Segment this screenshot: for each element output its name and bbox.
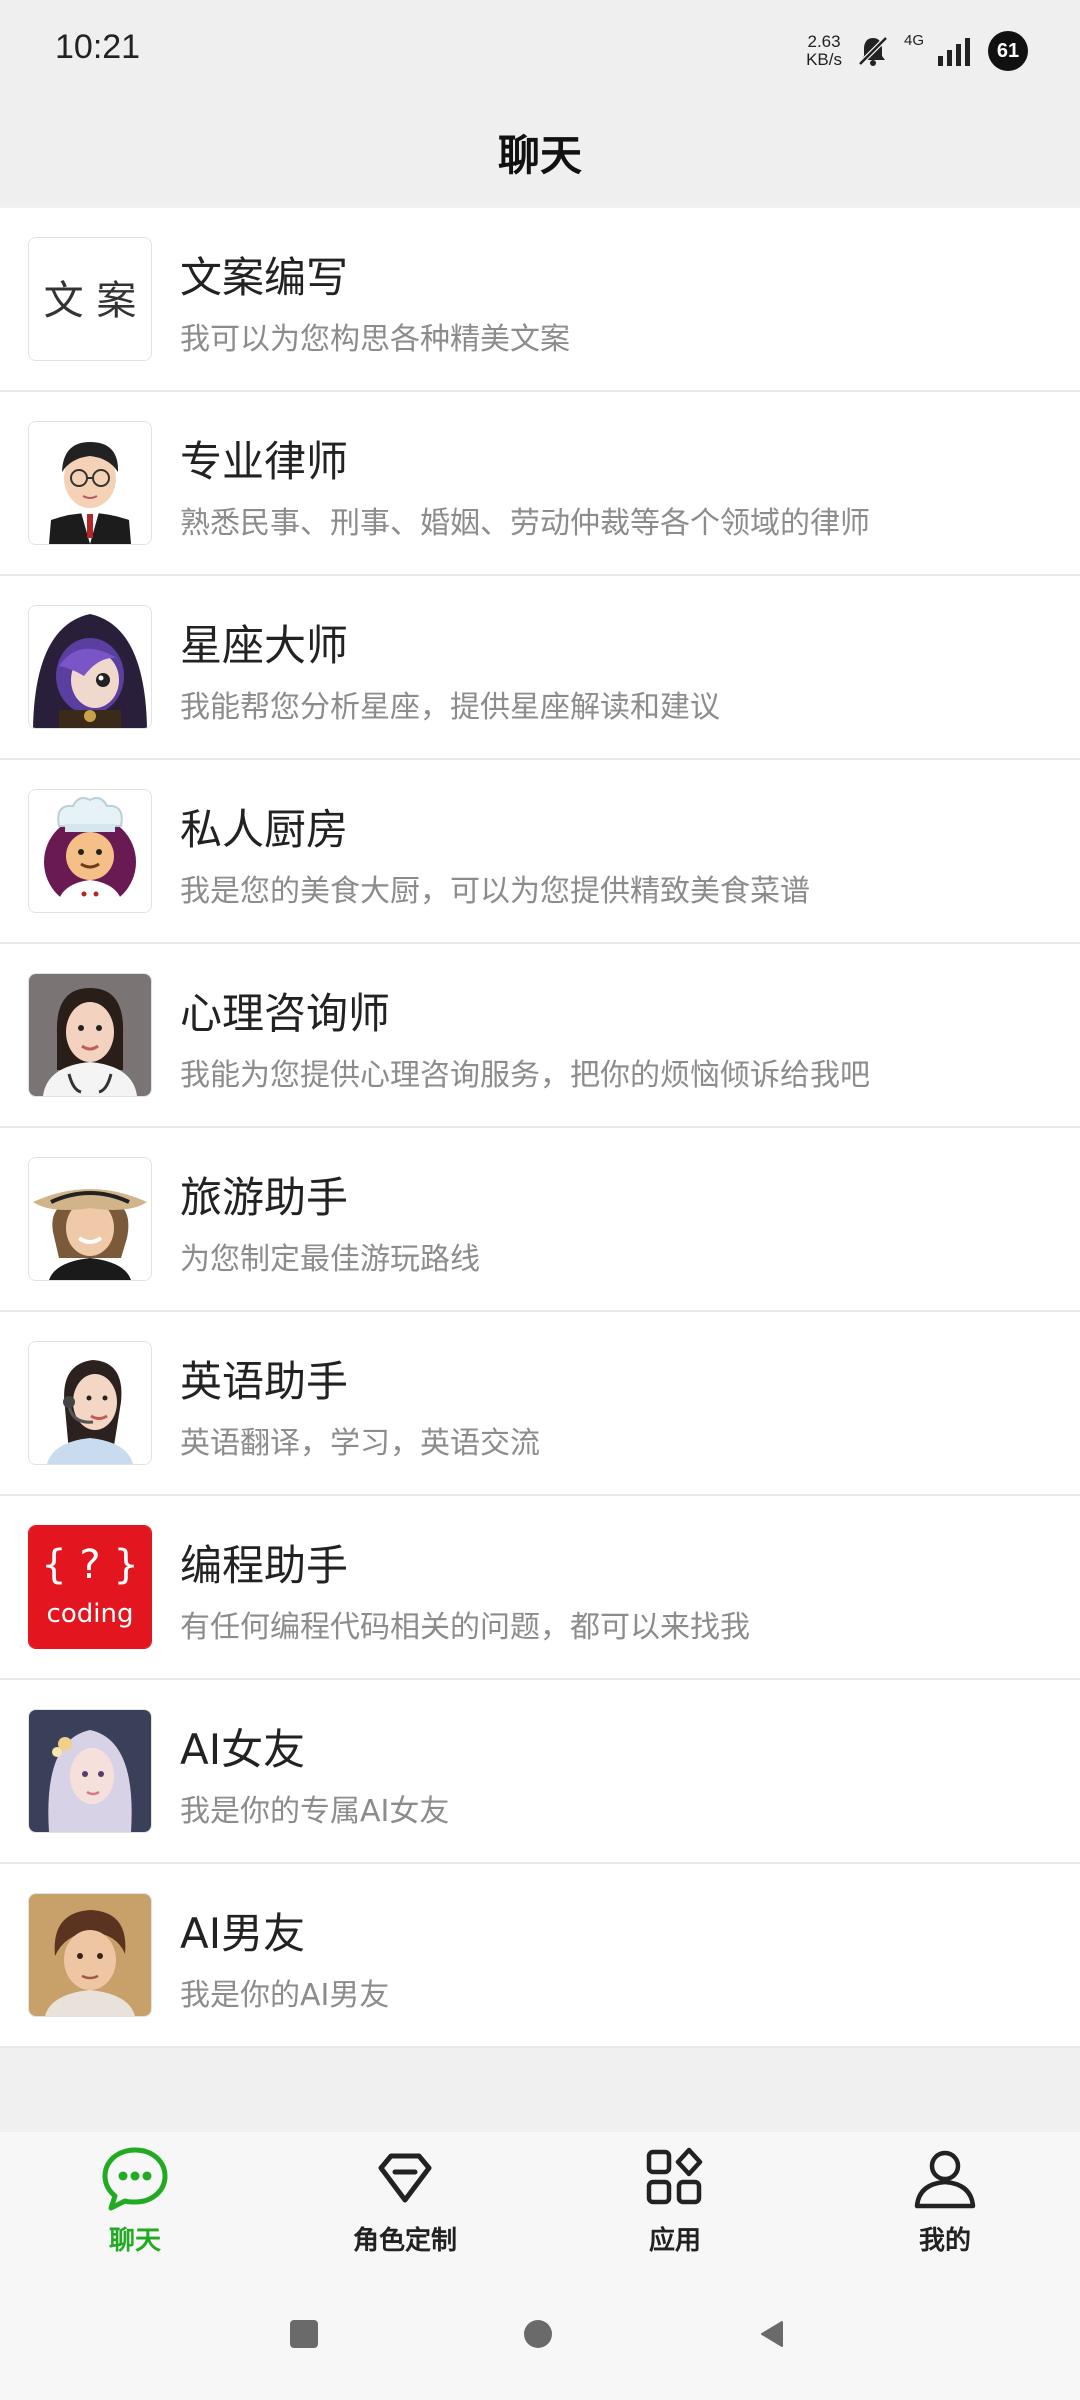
recents-square-icon[interactable] <box>288 2318 320 2350</box>
list-item-ai-boyfriend[interactable]: AI男友 我是你的AI男友 <box>0 1864 1080 2048</box>
svg-text:coding: coding <box>47 1599 134 1629</box>
page-header: 聊天 <box>0 100 1080 204</box>
diamond-icon <box>378 2153 432 2203</box>
tab-label: 我的 <box>918 2226 971 2256</box>
home-circle-icon[interactable] <box>522 2318 554 2350</box>
tab-mine[interactable]: 我的 <box>845 2142 1045 2272</box>
avatar-coding: { ? } coding <box>28 1525 152 1649</box>
avatar-ai-girlfriend <box>28 1709 152 1833</box>
item-desc: 有任何编程代码相关的问题，都可以来找我 <box>180 1610 750 1645</box>
tab-label: 应用 <box>648 2226 701 2256</box>
item-name: 文案编写 <box>180 253 349 302</box>
avatar-astrology <box>28 605 152 729</box>
item-desc: 我是您的美食大厨，可以为您提供精致美食菜谱 <box>180 874 810 909</box>
apps-grid-icon <box>646 2147 703 2205</box>
status-icons: 2.63 KB/s 4G 61 <box>806 26 1028 76</box>
avatar-travel <box>28 1157 152 1281</box>
item-name: AI女友 <box>180 1725 306 1774</box>
item-name: AI男友 <box>180 1909 306 1958</box>
list-item-lawyer[interactable]: 专业律师 熟悉民事、刑事、婚姻、劳动仲裁等各个领域的律师 <box>0 392 1080 576</box>
page-title: 聊天 <box>497 130 582 180</box>
network-type: 4G <box>903 32 924 49</box>
chat-bubble-icon <box>102 2147 168 2211</box>
item-desc: 熟悉民事、刑事、婚姻、劳动仲裁等各个领域的律师 <box>180 506 870 541</box>
svg-text:{ ? }: { ? } <box>41 1542 139 1588</box>
tab-chat[interactable]: 聊天 <box>35 2142 235 2272</box>
item-desc: 我可以为您构思各种精美文案 <box>180 322 570 357</box>
status-bar: 10:21 2.63 KB/s 4G 61 <box>0 0 1080 100</box>
system-nav-bar <box>0 2272 1080 2400</box>
item-name: 心理咨询师 <box>180 989 391 1038</box>
svg-text:文 案: 文 案 <box>44 278 137 324</box>
net-speed: 2.63 KB/s <box>806 32 842 69</box>
list-item-english[interactable]: 英语助手 英语翻译，学习，英语交流 <box>0 1312 1080 1496</box>
list-item-kitchen[interactable]: 私人厨房 我是您的美食大厨，可以为您提供精致美食菜谱 <box>0 760 1080 944</box>
tab-role-custom[interactable]: 角色定制 <box>305 2142 505 2272</box>
bottom-tab-bar: 聊天 角色定制 应用 我的 <box>0 2132 1080 2272</box>
battery-indicator: 61 <box>988 31 1028 71</box>
tab-label: 角色定制 <box>352 2226 457 2256</box>
list-item-astrology[interactable]: 星座大师 我能帮您分析星座，提供星座解读和建议 <box>0 576 1080 760</box>
item-desc: 我是你的AI男友 <box>180 1978 390 2013</box>
status-time: 10:21 <box>55 28 141 66</box>
item-name: 星座大师 <box>180 621 349 670</box>
item-name: 旅游助手 <box>180 1173 349 1222</box>
item-desc: 我能帮您分析星座，提供星座解读和建议 <box>180 690 720 725</box>
back-triangle-icon[interactable] <box>756 2318 788 2350</box>
list-item-coding[interactable]: { ? } coding 编程助手 有任何编程代码相关的问题，都可以来找我 <box>0 1496 1080 1680</box>
item-name: 私人厨房 <box>180 805 349 854</box>
list-item-copywriting[interactable]: 文 案 文案编写 我可以为您构思各种精美文案 <box>0 208 1080 392</box>
tab-label: 聊天 <box>108 2226 161 2256</box>
list-item-ai-girlfriend[interactable]: AI女友 我是你的专属AI女友 <box>0 1680 1080 1864</box>
item-name: 专业律师 <box>180 437 349 486</box>
avatar-ai-boyfriend <box>28 1893 152 2017</box>
tab-apps[interactable]: 应用 <box>575 2142 775 2272</box>
chat-list: 文 案 文案编写 我可以为您构思各种精美文案 专业律师 熟悉民事、刑事、婚姻、劳… <box>0 208 1080 2048</box>
bell-muted-icon <box>858 36 888 66</box>
item-desc: 我能为您提供心理咨询服务，把你的烦恼倾诉给我吧 <box>180 1058 870 1093</box>
item-name: 编程助手 <box>180 1541 349 1590</box>
person-icon <box>914 2150 976 2209</box>
avatar-copywriting: 文 案 <box>28 237 152 361</box>
avatar-chef <box>28 789 152 913</box>
item-desc: 为您制定最佳游玩路线 <box>180 1242 480 1277</box>
item-desc: 我是你的专属AI女友 <box>180 1794 450 1829</box>
item-desc: 英语翻译，学习，英语交流 <box>180 1426 540 1461</box>
signal-icon <box>938 38 970 66</box>
list-item-counselor[interactable]: 心理咨询师 我能为您提供心理咨询服务，把你的烦恼倾诉给我吧 <box>0 944 1080 1128</box>
item-name: 英语助手 <box>180 1357 349 1406</box>
list-item-travel[interactable]: 旅游助手 为您制定最佳游玩路线 <box>0 1128 1080 1312</box>
avatar-english <box>28 1341 152 1465</box>
avatar-counselor <box>28 973 152 1097</box>
avatar-lawyer <box>28 421 152 545</box>
